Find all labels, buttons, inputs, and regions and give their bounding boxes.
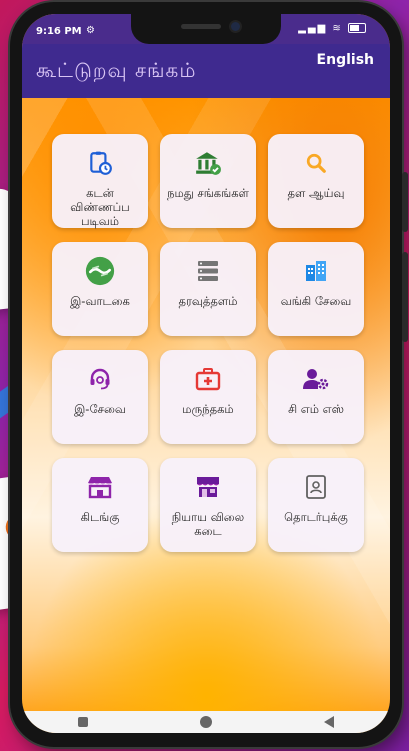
tile-site-inspection[interactable]: தள ஆய்வு xyxy=(268,134,364,228)
notification-icon: ⚙ xyxy=(86,25,95,36)
recent-apps-icon[interactable] xyxy=(78,717,88,727)
tile-label: தொடர்புக்கு xyxy=(284,510,348,524)
wifi-icon: ≋ xyxy=(332,23,343,34)
tile-label: கிடங்கு xyxy=(80,510,120,524)
app-title: கூட்டுறவு சங்கம் xyxy=(36,58,197,82)
service-grid: கடன் விண்ணப்ப படிவம் நமது சங்கங்கள் தள ஆ… xyxy=(52,134,382,552)
language-toggle-button[interactable]: English xyxy=(317,52,374,68)
tile-loan-application[interactable]: கடன் விண்ணப்ப படிவம் xyxy=(52,134,148,228)
tile-label: தரவுத்தளம் xyxy=(178,294,238,308)
home-icon[interactable] xyxy=(200,716,212,728)
headset-icon xyxy=(85,364,115,394)
app-bar: கூட்டுறவு சங்கம் English xyxy=(22,44,390,98)
database-icon xyxy=(193,256,223,286)
tile-e-rental[interactable]: இ-வாடகை xyxy=(52,242,148,336)
volume-button xyxy=(402,172,408,232)
store-icon xyxy=(193,472,223,502)
tile-label: இ-சேவை xyxy=(74,402,126,416)
tile-label: கடன் விண்ணப்ப படிவம் xyxy=(70,186,130,228)
system-nav-bar xyxy=(22,711,390,733)
phone-frame: 9:16 PM ⚙ ▂▄▆ ≋ கூட்டுறவு சங்கம் English… xyxy=(10,2,408,747)
app-screen: 9:16 PM ⚙ ▂▄▆ ≋ கூட்டுறவு சங்கம் English… xyxy=(22,14,390,733)
tile-label: தள ஆய்வு xyxy=(287,186,345,200)
tile-contact[interactable]: தொடர்புக்கு xyxy=(268,458,364,552)
tile-pharmacy[interactable]: மருந்தகம் xyxy=(160,350,256,444)
tile-fair-price-shop[interactable]: நியாய விலை கடை xyxy=(160,458,256,552)
tile-label: சி எம் எஸ் xyxy=(288,402,344,416)
clipboard-clock-icon xyxy=(85,148,115,178)
tile-our-societies[interactable]: நமது சங்கங்கள் xyxy=(160,134,256,228)
status-time: 9:16 PM xyxy=(36,26,82,37)
search-icon xyxy=(301,148,331,178)
tile-e-service[interactable]: இ-சேவை xyxy=(52,350,148,444)
power-button xyxy=(402,252,408,342)
tile-label: நமது சங்கங்கள் xyxy=(167,186,249,200)
back-icon[interactable] xyxy=(324,716,334,728)
medical-kit-icon xyxy=(193,364,223,394)
tile-label: வங்கி சேவை xyxy=(280,294,352,308)
warehouse-icon xyxy=(85,472,115,502)
tile-banking-service[interactable]: வங்கி சேவை xyxy=(268,242,364,336)
tile-warehouse[interactable]: கிடங்கு xyxy=(52,458,148,552)
tile-database[interactable]: தரவுத்தளம் xyxy=(160,242,256,336)
signal-icon: ▂▄▆ xyxy=(298,23,328,34)
status-icons: ▂▄▆ ≋ xyxy=(298,23,366,34)
contact-card-icon xyxy=(301,472,331,502)
buildings-icon xyxy=(301,256,331,286)
tile-label: இ-வாடகை xyxy=(70,294,130,308)
battery-icon xyxy=(348,23,366,33)
tile-label: மருந்தகம் xyxy=(182,402,234,416)
handshake-icon xyxy=(85,256,115,286)
user-gear-icon xyxy=(301,364,331,394)
camera-icon xyxy=(231,22,240,31)
bank-check-icon xyxy=(193,148,223,178)
camera-notch xyxy=(131,14,281,44)
tile-label: நியாய விலை கடை xyxy=(171,510,245,538)
tile-cms[interactable]: சி எம் எஸ் xyxy=(268,350,364,444)
